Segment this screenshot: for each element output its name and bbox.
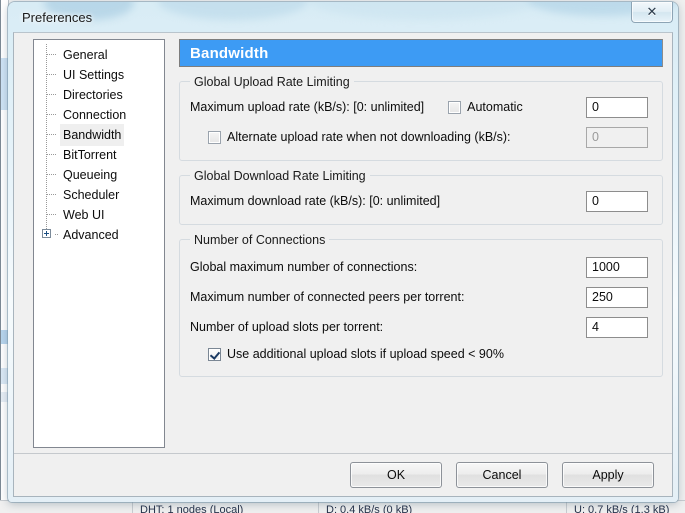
sidebar-item-web-ui[interactable]: Web UI xyxy=(34,204,164,224)
apply-button[interactable]: Apply xyxy=(562,462,654,488)
upload-slots-per-torrent-input[interactable]: 4 xyxy=(586,316,648,338)
sidebar-item-scheduler[interactable]: Scheduler xyxy=(34,184,164,204)
dialog-client-area: General UI Settings Directories Connecti… xyxy=(13,32,673,497)
sidebar-item-label: UI Settings xyxy=(63,68,125,82)
status-upload-speed: U: 0.7 kB/s (1.3 kB) xyxy=(574,504,670,513)
checkbox-box xyxy=(208,347,221,361)
sidebar-item-advanced[interactable]: Advanced xyxy=(34,224,164,244)
group-global-upload-rate-limiting: Global Upload Rate Limiting Maximum uplo… xyxy=(179,75,663,161)
max-peers-per-torrent-input[interactable]: 250 xyxy=(586,286,648,308)
sidebar-item-label: Scheduler xyxy=(63,188,120,202)
background-accent xyxy=(1,368,8,384)
cancel-button[interactable]: Cancel xyxy=(456,462,548,488)
page-title: Bandwidth xyxy=(190,44,269,62)
sidebar-item-bandwidth[interactable]: Bandwidth xyxy=(34,124,164,146)
sidebar-item-general[interactable]: General xyxy=(34,44,164,64)
automatic-label: Automatic xyxy=(467,100,523,114)
row-maximum-upload-rate: Maximum upload rate (kB/s): [0: unlimite… xyxy=(190,94,652,120)
sidebar-item-label: Web UI xyxy=(63,208,105,222)
close-icon: ✕ xyxy=(646,4,658,20)
screen: DHT: 1 nodes (Local) D: 0.4 kB/s (0 kB) … xyxy=(0,0,685,513)
max-upload-rate-label: Maximum upload rate (kB/s): [0: unlimite… xyxy=(190,100,425,114)
sidebar-item-label: BitTorrent xyxy=(63,148,117,162)
global-max-connections-input[interactable]: 1000 xyxy=(586,256,648,278)
alternate-upload-rate-label: Alternate upload rate when not downloadi… xyxy=(227,130,511,144)
sidebar-item-label: General xyxy=(63,48,108,62)
max-download-rate-input[interactable]: 0 xyxy=(586,190,648,212)
alternate-upload-rate-checkbox[interactable]: Alternate upload rate when not downloadi… xyxy=(208,130,511,144)
max-upload-rate-input[interactable]: 0 xyxy=(586,96,648,118)
group-legend-upload: Global Upload Rate Limiting xyxy=(190,75,354,89)
sidebar-item-label: Advanced xyxy=(63,228,119,242)
expand-plus-icon[interactable] xyxy=(42,229,51,238)
background-accent xyxy=(1,58,8,110)
status-download-speed: D: 0.4 kB/s (0 kB) xyxy=(326,504,413,513)
settings-page: Bandwidth Global Upload Rate Limiting Ma… xyxy=(179,39,663,377)
ok-button[interactable]: OK xyxy=(350,462,442,488)
sidebar-item-directories[interactable]: Directories xyxy=(34,84,164,104)
sidebar-item-bittorrent[interactable]: BitTorrent xyxy=(34,144,164,164)
group-legend-connections: Number of Connections xyxy=(190,233,330,247)
checkbox-box xyxy=(208,130,221,144)
status-dht: DHT: 1 nodes (Local) xyxy=(140,504,244,513)
group-global-download-rate-limiting: Global Download Rate Limiting Maximum do… xyxy=(179,169,663,225)
title-bar[interactable]: Preferences ✕ xyxy=(8,2,678,36)
alternate-upload-rate-input[interactable]: 0 xyxy=(586,126,648,148)
additional-upload-slots-checkbox[interactable]: Use additional upload slots if upload sp… xyxy=(208,347,504,361)
additional-upload-slots-label: Use additional upload slots if upload sp… xyxy=(227,347,504,361)
sidebar-item-label: Bandwidth xyxy=(60,124,125,146)
page-title-bar: Bandwidth xyxy=(179,39,663,67)
status-divider xyxy=(566,501,567,513)
checkbox-box xyxy=(448,100,462,114)
sidebar-item-label: Queueing xyxy=(63,168,118,182)
close-button[interactable]: ✕ xyxy=(631,2,673,23)
status-divider xyxy=(132,501,133,513)
background-accent xyxy=(1,392,8,402)
row-global-max-connections: Global maximum number of connections: 10… xyxy=(190,252,652,282)
status-divider xyxy=(318,501,319,513)
row-alternate-upload-rate: Alternate upload rate when not downloadi… xyxy=(190,124,652,150)
group-legend-download: Global Download Rate Limiting xyxy=(190,169,370,183)
dialog-footer: OK Cancel Apply xyxy=(14,454,672,496)
settings-tree-panel[interactable]: General UI Settings Directories Connecti… xyxy=(33,39,165,448)
sidebar-item-queueing[interactable]: Queueing xyxy=(34,164,164,184)
background-accent xyxy=(1,330,8,344)
sidebar-item-label: Directories xyxy=(63,88,123,102)
row-upload-slots-per-torrent: Number of upload slots per torrent: 4 xyxy=(190,312,652,342)
sidebar-item-label: Connection xyxy=(63,108,127,122)
row-maximum-download-rate: Maximum download rate (kB/s): [0: unlimi… xyxy=(190,188,652,214)
row-max-peers-per-torrent: Maximum number of connected peers per to… xyxy=(190,282,652,312)
sidebar-item-ui-settings[interactable]: UI Settings xyxy=(34,64,164,84)
global-max-connections-label: Global maximum number of connections: xyxy=(190,260,418,274)
window-title: Preferences xyxy=(22,10,93,25)
sidebar-item-connection[interactable]: Connection xyxy=(34,104,164,124)
automatic-checkbox[interactable]: Automatic xyxy=(448,100,523,114)
settings-tree: General UI Settings Directories Connecti… xyxy=(34,40,164,244)
max-peers-per-torrent-label: Maximum number of connected peers per to… xyxy=(190,290,465,304)
row-additional-upload-slots: Use additional upload slots if upload sp… xyxy=(190,342,652,366)
preferences-dialog: Preferences ✕ General UI Settings Direct… xyxy=(8,2,678,502)
check-icon xyxy=(209,348,221,360)
upload-slots-per-torrent-label: Number of upload slots per torrent: xyxy=(190,320,384,334)
group-number-of-connections: Number of Connections Global maximum num… xyxy=(179,233,663,377)
max-download-rate-label: Maximum download rate (kB/s): [0: unlimi… xyxy=(190,194,441,208)
